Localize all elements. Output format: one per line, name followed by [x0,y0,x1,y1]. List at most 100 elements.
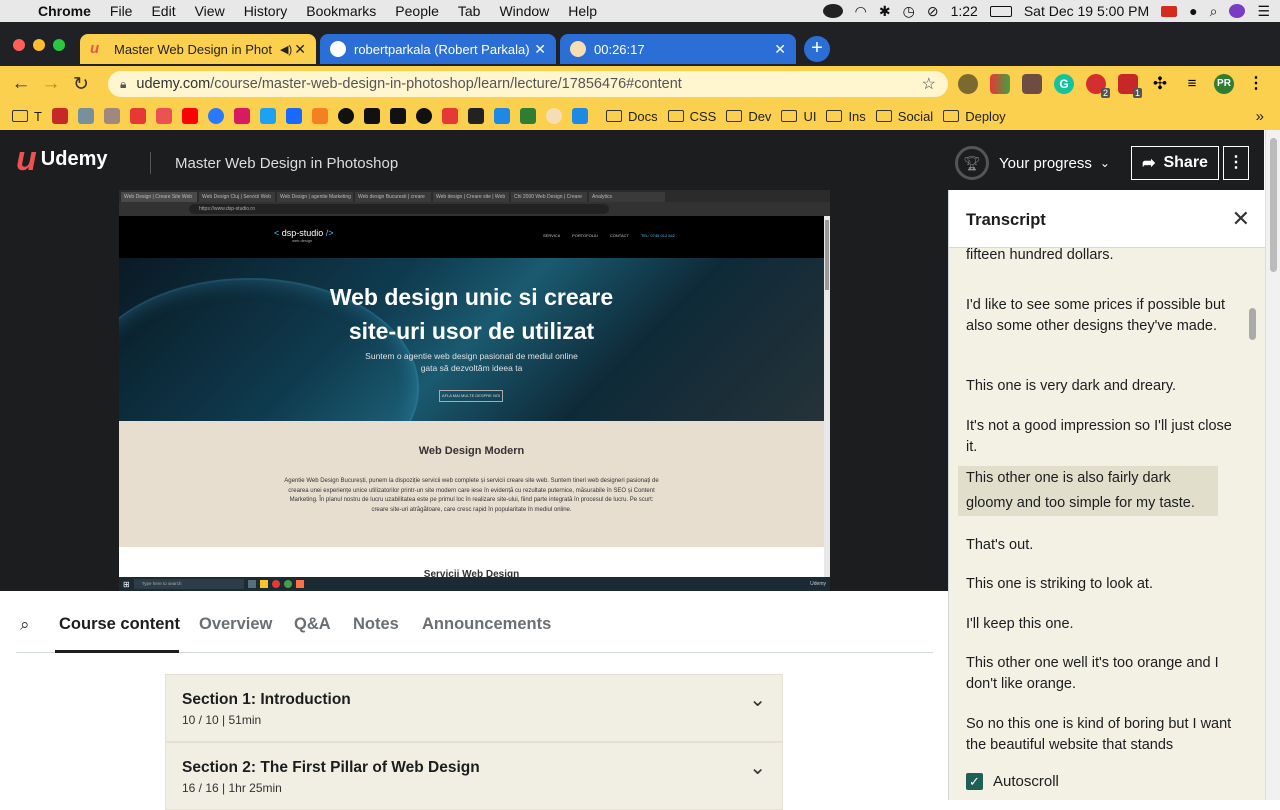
menu-edit[interactable]: Edit [151,3,175,19]
transcript-scrollbar[interactable] [1249,252,1256,760]
bookmark-folder-docs[interactable]: Docs [605,109,658,124]
transcript-cue[interactable]: This one is striking to look at. [966,574,1236,595]
tab-notes[interactable]: Notes [353,615,399,634]
menu-window[interactable]: Window [499,3,549,19]
page-scrollbar[interactable] [1265,130,1280,800]
bookmark-site[interactable] [311,108,328,124]
puzzle-extensions-icon[interactable]: ✣ [1150,74,1170,94]
bookmark-star-icon[interactable]: ☆ [922,74,936,94]
grammarly-extension-icon[interactable]: G [1054,74,1074,94]
close-window-button[interactable] [13,39,25,51]
close-tab-icon[interactable]: ✕ [294,41,306,58]
user-icon[interactable]: ● [1189,3,1197,19]
bookmarks-overflow-icon[interactable]: » [1256,108,1264,125]
menu-help[interactable]: Help [568,3,597,19]
bookmark-site[interactable] [389,108,406,124]
transcript-cue[interactable]: I'd like to see some prices if possible … [966,295,1236,337]
bookmark-site[interactable] [519,108,536,124]
progress-dropdown[interactable]: 🏆︎ Your progress ⌄ [955,146,1110,180]
speaker-icon[interactable]: ◀) [280,43,292,56]
bookmark-site[interactable] [207,108,224,124]
transcript-cue[interactable]: That's out. [966,535,1236,556]
tab-course-content[interactable]: Course content [59,615,180,634]
bookmark-folder-ui[interactable]: UI [781,109,816,124]
bookmark-folder-css[interactable]: CSS [667,109,716,124]
back-arrow-icon[interactable]: ← [6,73,36,95]
udemy-logo[interactable]: u Udemy [16,142,107,176]
bookmark-site[interactable] [467,108,484,124]
transcript-cue[interactable]: I'll keep this one. [966,614,1236,635]
siri-icon[interactable] [1229,4,1246,18]
bookmark-site[interactable] [233,108,250,124]
close-icon[interactable]: ✕ [1232,206,1250,232]
adblock-extension-icon[interactable]: 2 [1086,74,1110,98]
bookmark-site[interactable] [129,108,146,124]
bookmark-site[interactable] [285,108,302,124]
bookmark-site[interactable] [363,108,380,124]
battery-icon[interactable] [989,5,1012,17]
forward-arrow-icon[interactable]: → [36,73,66,95]
notification-center-icon[interactable]: ☰ [1257,3,1270,20]
bookmark-site[interactable] [181,108,198,124]
bookmark-folder-deploy[interactable]: Deploy [943,109,1006,124]
tab-announcements[interactable]: Announcements [422,615,551,634]
tab-overview[interactable]: Overview [199,615,272,634]
calendar-extension-icon[interactable]: 1 [1118,74,1142,98]
close-tab-icon[interactable]: ✕ [534,41,546,58]
menu-people[interactable]: People [395,3,439,19]
chrome-menu-icon[interactable]: ⋮ [1246,74,1266,94]
tab-timer[interactable]: 00:26:17 ✕ [560,34,796,64]
menu-tab[interactable]: Tab [458,3,481,19]
spotlight-search-icon[interactable]: ⌕ [1210,3,1218,20]
eyedropper-extension-icon[interactable] [1022,74,1042,94]
bookmark-site[interactable] [441,108,458,124]
share-button[interactable]: ➦ Share [1131,146,1219,180]
bookmark-site[interactable] [103,108,120,124]
transcript-cue[interactable]: This other one well it's too orange and … [966,653,1236,695]
video-frame[interactable]: Web Design | Creare Site Web Web Design … [119,190,830,591]
video-player[interactable]: Web Design | Creare Site Web Web Design … [0,190,948,591]
clock[interactable]: Sat Dec 19 5:00 PM [1024,3,1149,19]
do-not-disturb-icon[interactable]: ⊘ [927,3,939,20]
flag-canada-icon[interactable] [1161,5,1178,17]
more-options-button[interactable]: ⋮ [1223,146,1249,180]
reload-icon[interactable]: ↻ [66,73,96,96]
bookmark-folder-social[interactable]: Social [875,109,933,124]
tab-qa[interactable]: Q&A [294,615,331,634]
new-tab-button[interactable]: + [804,36,830,62]
color-extension-icon[interactable] [990,74,1010,94]
autoscroll-checkbox[interactable]: ✓ [966,772,983,790]
course-title[interactable]: Master Web Design in Photoshop [175,155,398,172]
transcript-cue[interactable]: So no this one is kind of boring but I w… [966,714,1236,756]
bookmark-site[interactable] [77,108,94,124]
transcript-cue[interactable]: This one is very dark and dreary. [966,376,1236,397]
bluetooth-icon[interactable]: ✱ [879,3,891,20]
creative-cloud-icon[interactable] [822,4,843,18]
bookmark-folder-ins[interactable]: Ins [826,109,866,124]
section-item[interactable]: Section 1: Introduction 10 / 10 | 51min … [165,674,783,742]
tab-udemy[interactable]: u Master Web Design in Phot ◀) ✕ [80,34,316,64]
bookmark-site[interactable] [259,108,276,124]
bookmark-folder-t[interactable]: T [12,109,42,124]
menu-app-name[interactable]: Chrome [38,3,91,19]
bookmark-site[interactable] [545,108,562,124]
bookmark-site[interactable] [415,108,432,124]
transcript-cue[interactable]: fifteen hundred dollars. [966,248,1236,266]
menu-bookmarks[interactable]: Bookmarks [306,3,376,19]
zoom-window-button[interactable] [53,39,65,51]
bookmark-folder-dev[interactable]: Dev [726,109,771,124]
bookmark-site[interactable] [155,108,172,124]
address-bar[interactable]: 🔒︎ udemy.com/course/master-web-design-in… [108,71,948,97]
battery-time[interactable]: 1:22 [951,3,978,19]
profile-avatar[interactable]: PR [1214,74,1234,94]
menu-history[interactable]: History [244,3,288,19]
search-icon[interactable]: ⌕ [20,615,30,635]
close-tab-icon[interactable]: ✕ [774,41,786,58]
bookmark-site[interactable] [493,108,510,124]
minimize-window-button[interactable] [33,39,45,51]
transcript-cue[interactable]: It's not a good impression so I'll just … [966,416,1236,458]
transcript-cue-active[interactable]: This other one is also fairly dark gloom… [958,466,1218,516]
bookmark-site[interactable] [571,108,588,124]
tab-github[interactable]: robertparkala (Robert Parkala) ✕ [320,34,556,64]
wifi-icon[interactable]: ◠ [855,3,867,20]
